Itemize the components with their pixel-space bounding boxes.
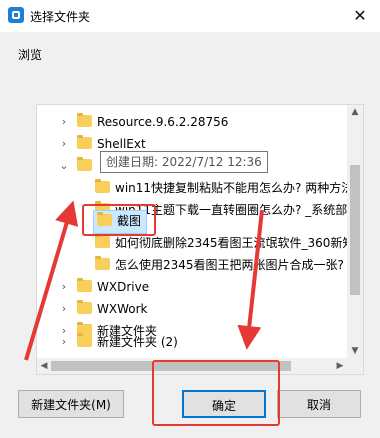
annotation-arrows: [24, 200, 264, 361]
annotation-arrow-down: [237, 209, 264, 350]
annotation-arrow-left: [24, 200, 79, 361]
